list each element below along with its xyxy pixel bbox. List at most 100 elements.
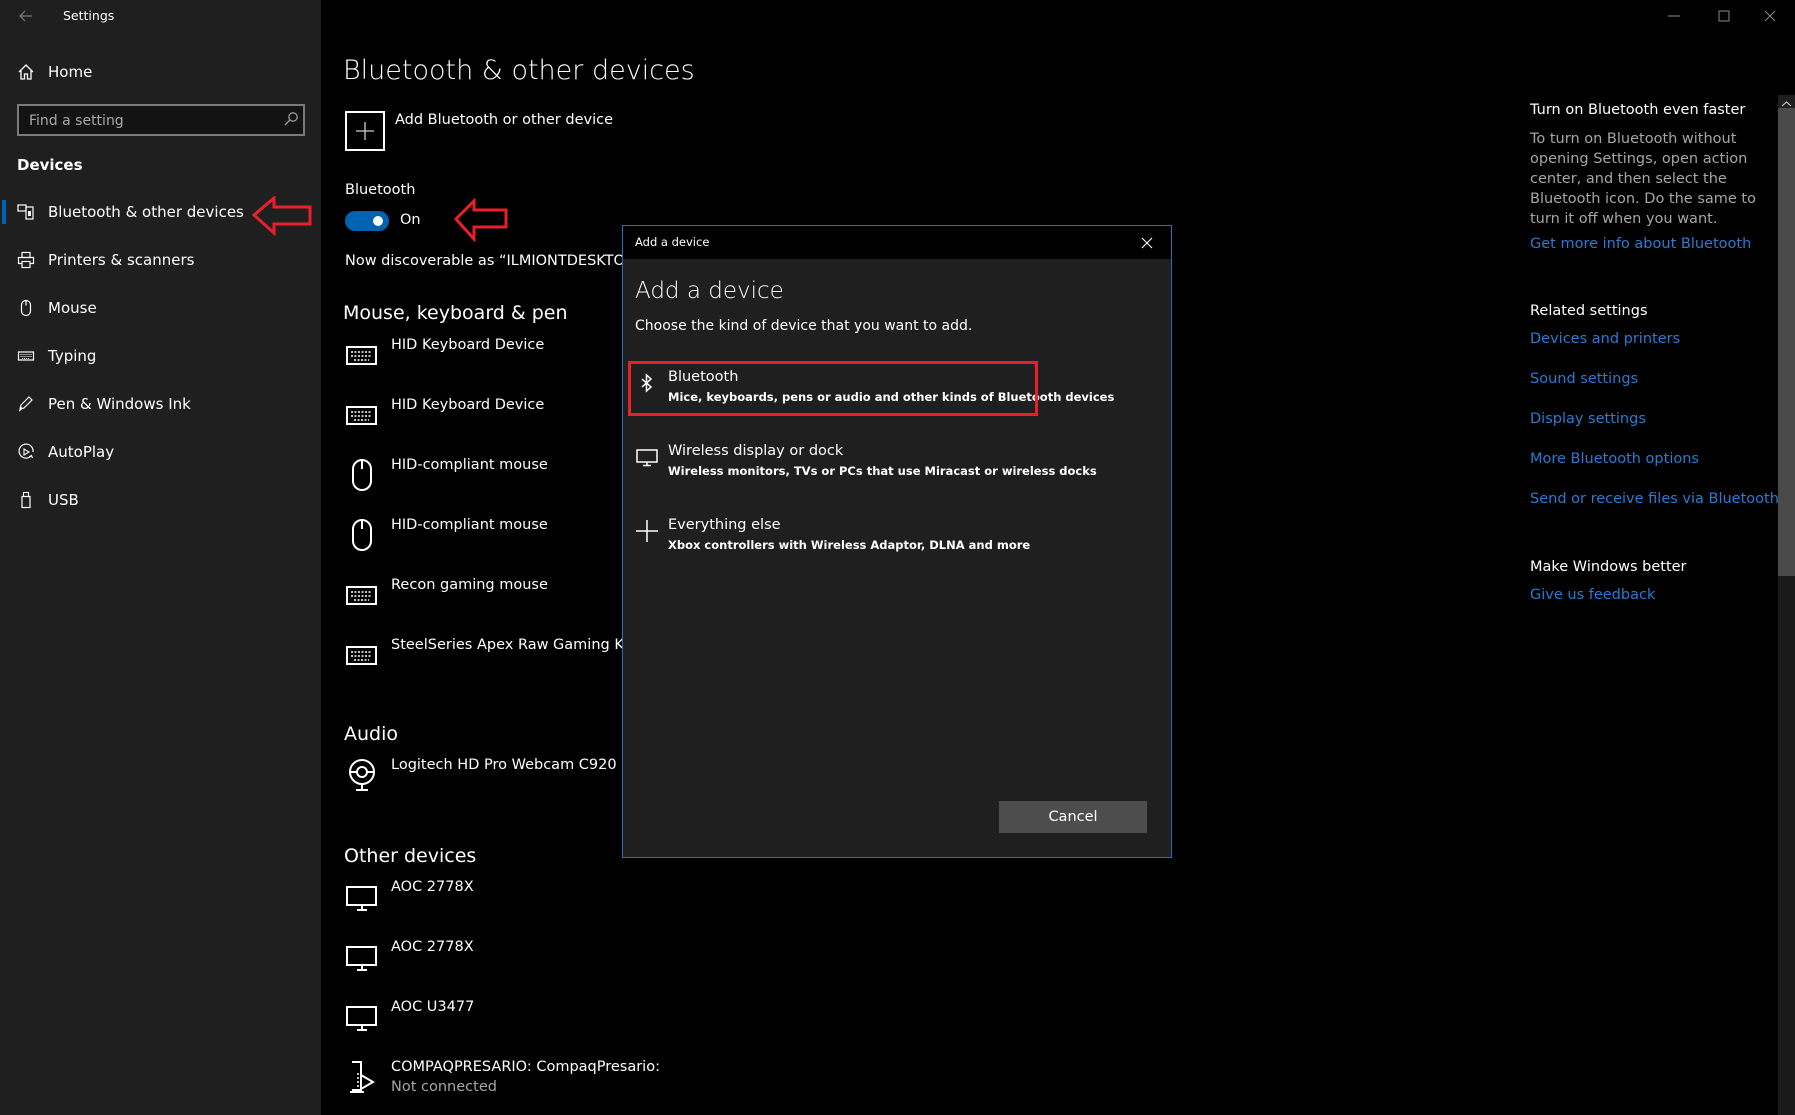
bluetooth-devices-icon [17,203,35,221]
home-icon [17,63,35,81]
sidebar-item-printers[interactable]: Printers & scanners [0,238,321,282]
link-devices-printers[interactable]: Devices and printers [1530,331,1680,347]
device-list-item[interactable]: SteelSeries Apex Raw Gaming Keyboard [344,637,683,687]
window-title: Settings [63,8,115,23]
keyboard-icon [344,337,380,373]
scroll-up-button[interactable] [1778,95,1795,108]
device-list-item[interactable]: Recon gaming mouse [344,577,644,627]
related-settings-title: Related settings [1530,303,1648,319]
option-description: Wireless monitors, TVs or PCs that use M… [668,464,1097,478]
device-list-item[interactable]: AOC U3477 [344,999,644,1049]
link-bluetooth-info[interactable]: Get more info about Bluetooth [1530,236,1751,252]
link-sound-settings[interactable]: Sound settings [1530,371,1638,387]
dialog-window-title: Add a device [635,235,710,249]
tip-text: To turn on Bluetooth without opening Set… [1530,131,1756,227]
toggle-knob [373,216,383,226]
mouse-icon [344,457,380,493]
link-more-bluetooth-options[interactable]: More Bluetooth options [1530,451,1699,467]
sidebar-item-pen[interactable]: Pen & Windows Ink [0,382,321,426]
device-name: COMPAQPRESARIO: CompaqPresario: [391,1059,660,1075]
annotation-arrow-toggle [453,197,508,243]
link-send-receive-files[interactable]: Send or receive files via Bluetooth [1530,491,1779,507]
search-input[interactable] [27,110,271,132]
device-list-item[interactable]: HID Keyboard Device [344,337,644,387]
sidebar-home-label: Home [48,63,93,81]
device-list-item[interactable]: AOC 2778X [344,939,644,989]
add-device-dialog: Add a device Add a device Choose the kin… [622,225,1172,858]
mouse-icon [344,517,380,553]
search-box[interactable] [17,104,305,136]
tip-title: Turn on Bluetooth even faster [1530,102,1746,118]
everything-else-option[interactable]: Everything else Xbox controllers with Wi… [629,511,1057,567]
sidebar-item-autoplay[interactable]: AutoPlay [0,430,321,474]
maximize-icon[interactable] [1716,8,1732,24]
section-title: Other devices [344,845,477,867]
keyboard-icon [17,347,35,365]
minimize-icon[interactable] [1666,8,1682,24]
add-device-button[interactable]: Add Bluetooth or other device [345,111,645,151]
annotation-arrow-sidebar [251,194,312,237]
device-name: AOC 2778X [391,939,474,955]
bluetooth-toggle[interactable] [345,211,389,231]
wireless-display-option[interactable]: Wireless display or dock Wireless monito… [629,437,1097,493]
back-arrow-icon[interactable] [18,8,34,24]
sidebar-section-title: Devices [17,156,83,174]
sidebar-item-label: Typing [48,347,97,365]
keyboard-icon [344,397,380,433]
plus-icon [345,111,385,151]
dialog-heading: Add a device [635,278,784,304]
device-name: Recon gaming mouse [391,577,548,593]
scrollbar-thumb[interactable] [1778,108,1795,576]
sidebar-item-usb[interactable]: USB [0,478,321,522]
page-title: Bluetooth & other devices [343,55,695,86]
media-device-icon [344,1059,380,1095]
sidebar-item-label: Printers & scanners [48,251,195,269]
sidebar-item-label: AutoPlay [48,443,115,461]
selected-indicator [2,200,6,224]
pen-icon [17,395,35,413]
cancel-button[interactable]: Cancel [999,801,1147,833]
device-name: HID-compliant mouse [391,457,548,473]
printer-icon [17,251,35,269]
monitor-icon [344,879,380,915]
device-name: HID Keyboard Device [391,337,545,353]
device-list-item[interactable]: HID-compliant mouse [344,457,644,507]
keyboard-icon [344,577,380,613]
device-name: HID Keyboard Device [391,397,545,413]
sidebar-item-typing[interactable]: Typing [0,334,321,378]
option-title: Wireless display or dock [668,443,844,459]
bluetooth-label: Bluetooth [345,182,416,198]
annotation-highlight-box [628,361,1038,416]
dialog-titlebar: Add a device [623,226,1171,259]
device-name: Logitech HD Pro Webcam C920 [391,757,617,773]
monitor-icon [344,939,380,975]
link-give-feedback[interactable]: Give us feedback [1530,587,1655,603]
dialog-close-icon[interactable] [1140,235,1154,249]
section-title: Audio [344,723,399,745]
option-description: Xbox controllers with Wireless Adaptor, … [668,538,1031,552]
device-status: Not connected [391,1079,497,1095]
feedback-title: Make Windows better [1530,559,1687,575]
device-name: AOC 2778X [391,879,474,895]
search-icon[interactable] [283,111,299,127]
sidebar-item-label: USB [48,491,79,509]
device-list-item[interactable]: HID-compliant mouse [344,517,644,567]
plus-icon [635,519,659,543]
device-list-item[interactable]: AOC 2778X [344,879,644,929]
sidebar-item-label: Bluetooth & other devices [48,203,244,221]
device-list-item[interactable]: COMPAQPRESARIO: CompaqPresario: Not conne… [344,1059,660,1109]
sidebar-item-label: Pen & Windows Ink [48,395,191,413]
device-list-item[interactable]: HID Keyboard Device [344,397,644,447]
bluetooth-state-label: On [400,212,421,228]
webcam-icon [344,757,380,793]
dialog-subtitle: Choose the kind of device that you want … [635,318,973,334]
device-list-item[interactable]: Logitech HD Pro Webcam C920 [344,757,644,807]
sidebar-item-home[interactable]: Home [0,50,321,94]
device-name: AOC U3477 [391,999,475,1015]
device-name: HID-compliant mouse [391,517,548,533]
scrollbar[interactable] [1778,95,1795,1115]
sidebar-item-mouse[interactable]: Mouse [0,286,321,330]
monitor-icon [635,445,659,469]
close-icon[interactable] [1762,8,1778,24]
link-display-settings[interactable]: Display settings [1530,411,1646,427]
